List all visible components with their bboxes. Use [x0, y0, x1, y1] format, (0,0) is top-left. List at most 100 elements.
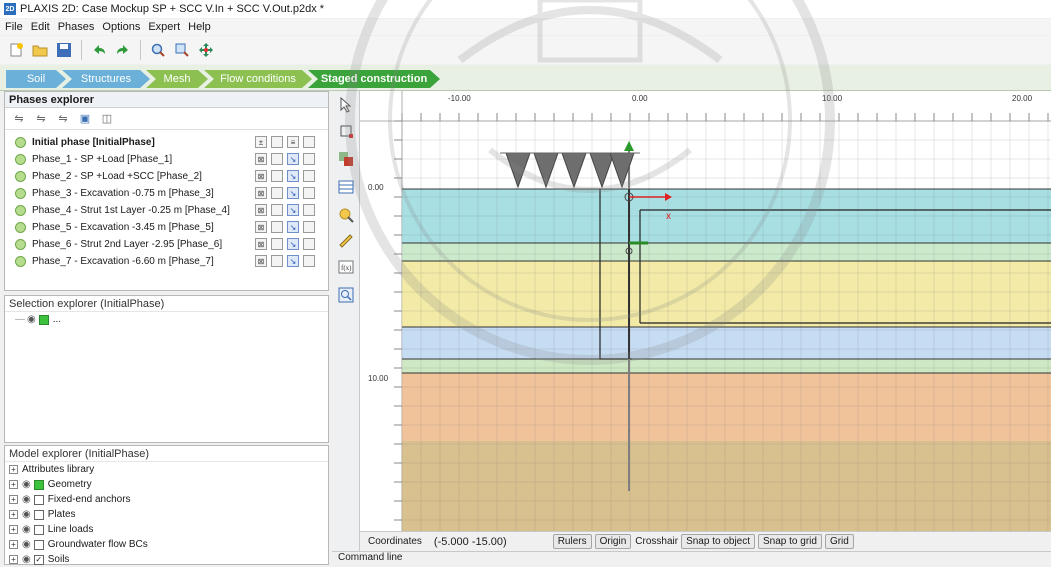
eye-icon[interactable]: ◉ — [27, 314, 36, 325]
save-project-icon[interactable] — [54, 40, 74, 60]
mode-tab-flow-conditions[interactable]: Flow conditions — [204, 70, 312, 88]
eye-icon[interactable]: ◉ — [22, 494, 31, 505]
selection-item[interactable]: — ◉ ... — [5, 312, 328, 327]
menu-help[interactable]: Help — [188, 21, 211, 33]
zoom-icon[interactable] — [148, 40, 168, 60]
origin-button[interactable]: Origin — [594, 534, 632, 549]
menu-edit[interactable]: Edit — [31, 21, 50, 33]
phase-note-icon[interactable] — [303, 153, 315, 165]
model-item-checkbox[interactable]: ✓ — [33, 554, 44, 565]
phase-row[interactable]: Phase_1 - SP +Load [Phase_1] ⊠ ↘ — [5, 151, 328, 168]
eye-icon[interactable]: ◉ — [22, 539, 31, 550]
soil-layer[interactable] — [402, 327, 1051, 359]
model-item-checkbox[interactable] — [33, 494, 44, 505]
calc-type-icon[interactable]: ⊠ — [255, 170, 267, 182]
eye-icon[interactable]: ◉ — [22, 554, 31, 565]
snap-to-grid-button[interactable]: Snap to grid — [758, 534, 822, 549]
mode-tab-staged-construction[interactable]: Staged construction — [308, 70, 440, 88]
flow-type-icon[interactable]: ↘ — [287, 238, 299, 250]
menu-expert[interactable]: Expert — [148, 21, 180, 33]
drawing-area[interactable]: -10.00 0.00 10.00 20.00 0.00 10.00 x — [360, 91, 1051, 531]
phase-note-icon[interactable] — [303, 238, 315, 250]
snap-to-object-button[interactable]: Snap to object — [681, 534, 756, 549]
phase-note-icon[interactable] — [303, 170, 315, 182]
expand-toggle-icon[interactable]: + — [9, 540, 18, 549]
model-item-checkbox[interactable] — [33, 539, 44, 550]
phase-settings-icon[interactable]: ▣ — [77, 111, 93, 127]
model-item-checkbox[interactable] — [33, 524, 44, 535]
loading-type-icon[interactable] — [271, 136, 283, 148]
soil-layer[interactable] — [402, 441, 1051, 531]
phase-row[interactable]: Phase_4 - Strut 1st Layer -0.25 m [Phase… — [5, 202, 328, 219]
zoom-window-icon[interactable] — [172, 40, 192, 60]
line-loads[interactable] — [505, 152, 635, 189]
line-load-arrow[interactable] — [589, 152, 615, 189]
phase-note-icon[interactable] — [303, 187, 315, 199]
phase-row[interactable]: Phase_2 - SP +Load +SCC [Phase_2] ⊠ ↘ — [5, 168, 328, 185]
move-icon[interactable] — [196, 40, 216, 60]
phase-note-icon[interactable] — [303, 204, 315, 216]
line-load-arrow[interactable] — [561, 152, 587, 189]
soil-layer[interactable] — [402, 261, 1051, 327]
calc-type-icon[interactable]: ⊠ — [255, 221, 267, 233]
expand-toggle-icon[interactable]: + — [9, 555, 18, 564]
flow-type-icon[interactable]: ↘ — [287, 170, 299, 182]
calc-type-icon[interactable]: ⊠ — [255, 204, 267, 216]
phase-row[interactable]: Phase_6 - Strut 2nd Layer -2.95 [Phase_6… — [5, 236, 328, 253]
model-tree-item[interactable]: + ◉ Geometry — [5, 477, 328, 492]
model-tree-item[interactable]: + ◉ Line loads — [5, 522, 328, 537]
loading-type-icon[interactable] — [271, 221, 283, 233]
expand-toggle-icon[interactable]: + — [9, 525, 18, 534]
phase-note-icon[interactable] — [303, 136, 315, 148]
mode-tab-structures[interactable]: Structures — [62, 70, 150, 88]
flow-type-icon[interactable]: ↘ — [287, 255, 299, 267]
flow-type-icon[interactable]: ↘ — [287, 221, 299, 233]
loading-type-icon[interactable] — [271, 153, 283, 165]
menu-options[interactable]: Options — [102, 21, 140, 33]
mode-tab-mesh[interactable]: Mesh — [146, 70, 208, 88]
undo-icon[interactable] — [89, 40, 109, 60]
new-project-icon[interactable] — [6, 40, 26, 60]
phase-note-icon[interactable] — [303, 221, 315, 233]
menu-file[interactable]: File — [5, 21, 23, 33]
calc-type-icon[interactable]: ⊠ — [255, 153, 267, 165]
command-line-bar[interactable]: Command line — [332, 551, 1051, 565]
table-view-icon[interactable] — [336, 177, 356, 197]
phase-row[interactable]: Phase_7 - Excavation -6.60 m [Phase_7] ⊠ ↘ — [5, 253, 328, 270]
flow-type-icon[interactable]: ↘ — [287, 187, 299, 199]
expand-toggle-icon[interactable]: + — [9, 480, 18, 489]
calc-type-icon[interactable]: ⊠ — [255, 255, 267, 267]
loading-type-icon[interactable] — [271, 187, 283, 199]
rulers-button[interactable]: Rulers — [552, 534, 592, 549]
soil-layer[interactable] — [402, 243, 1051, 261]
flow-type-icon[interactable]: ↘ — [287, 153, 299, 165]
select-cursor-icon[interactable] — [336, 95, 356, 115]
model-item-checkbox[interactable] — [33, 479, 44, 490]
open-project-icon[interactable] — [30, 40, 50, 60]
calc-type-icon[interactable]: ⊠ — [255, 238, 267, 250]
eye-icon[interactable]: ◉ — [22, 524, 31, 535]
soil-layer[interactable] — [402, 373, 1051, 441]
zoom-extents-icon[interactable] — [336, 285, 356, 305]
flow-type-icon[interactable]: ≡ — [287, 136, 299, 148]
model-tree-item[interactable]: + ◉ Plates — [5, 507, 328, 522]
grid-button[interactable]: Grid — [824, 534, 854, 549]
model-tree-item[interactable]: + Attributes library — [5, 462, 328, 477]
phase-note-icon[interactable] — [303, 255, 315, 267]
flow-type-icon[interactable]: ↘ — [287, 204, 299, 216]
loading-type-icon[interactable] — [271, 204, 283, 216]
phase-row[interactable]: Initial phase [InitialPhase] ± ≡ — [5, 134, 328, 151]
activate-geometry-icon[interactable] — [336, 149, 356, 169]
model-canvas[interactable]: -10.00 0.00 10.00 20.00 0.00 10.00 x — [360, 91, 1051, 531]
loading-type-icon[interactable] — [271, 238, 283, 250]
model-tree-item[interactable]: + ◉ Groundwater flow BCs — [5, 537, 328, 552]
phase-row[interactable]: Phase_3 - Excavation -0.75 m [Phase_3] ⊠ ↘ — [5, 185, 328, 202]
phase-copy-icon[interactable]: ◫ — [99, 111, 115, 127]
insert-phase-icon[interactable]: ⇋ — [33, 111, 49, 127]
soil-layer[interactable] — [402, 359, 1051, 373]
loading-type-icon[interactable] — [271, 255, 283, 267]
model-item-checkbox[interactable] — [33, 509, 44, 520]
expand-toggle-icon[interactable]: + — [9, 465, 18, 474]
loading-type-icon[interactable] — [271, 170, 283, 182]
menu-phases[interactable]: Phases — [58, 21, 95, 33]
